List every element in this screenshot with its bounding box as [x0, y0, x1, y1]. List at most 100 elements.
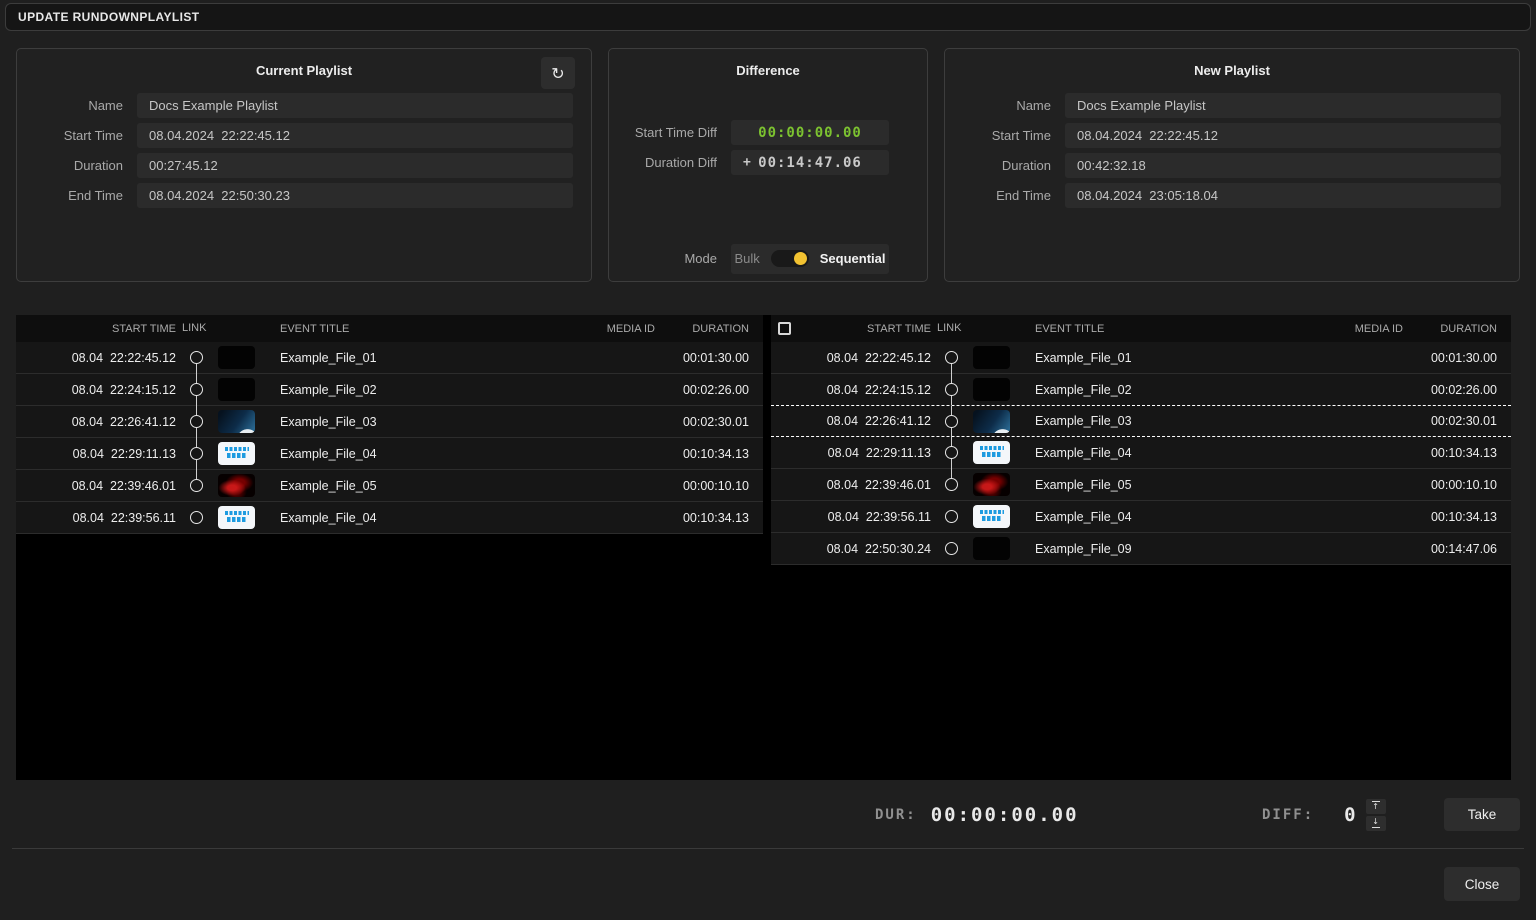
- cell-duration: 00:00:10.10: [1403, 478, 1511, 492]
- table-row[interactable]: 08.04 22:39:56.11Example_File_0400:10:34…: [771, 501, 1511, 533]
- mode-switch-group: Bulk Sequential: [731, 244, 889, 274]
- table-row[interactable]: 08.04 22:50:30.24Example_File_0900:14:47…: [771, 533, 1511, 565]
- refresh-icon: ↻: [551, 64, 564, 83]
- arrow-down-to-bar-icon: ↓: [1372, 818, 1379, 826]
- cell-event-title: Example_File_02: [1023, 383, 1283, 397]
- link-icon[interactable]: [945, 351, 958, 364]
- refresh-button[interactable]: ↻: [541, 57, 575, 89]
- table-row[interactable]: 08.04 22:39:46.01Example_File_0500:00:10…: [771, 469, 1511, 501]
- thumbnail: [973, 378, 1010, 401]
- table-row[interactable]: 08.04 22:39:56.11Example_File_0400:10:34…: [16, 502, 763, 534]
- cell-duration: 00:02:26.00: [655, 383, 763, 397]
- link-cell: [931, 533, 971, 564]
- link-icon[interactable]: [945, 542, 958, 555]
- new-duration-field[interactable]: 00:42:32.18: [1065, 153, 1501, 178]
- cell-start-time: 08.04 22:39:46.01: [771, 478, 931, 492]
- cell-start-time: 08.04 22:29:11.13: [16, 447, 176, 461]
- current-start-label: Start Time: [27, 128, 137, 143]
- cell-duration: 00:00:10.10: [655, 479, 763, 493]
- cell-event-title: Example_File_04: [268, 511, 535, 525]
- start-time-diff-display: 00:00:00.00: [731, 120, 889, 145]
- link-icon[interactable]: [190, 479, 203, 492]
- new-start-field[interactable]: 08.04.2024 22:22:45.12: [1065, 123, 1501, 148]
- duration-diff-label: Duration Diff: [621, 155, 731, 170]
- start-time-diff-label: Start Time Diff: [621, 125, 731, 140]
- link-icon[interactable]: [190, 511, 203, 524]
- new-duration-label: Duration: [955, 158, 1065, 173]
- difference-panel: Difference Start Time Diff 00:00:00.00 D…: [608, 48, 928, 282]
- link-icon[interactable]: [190, 447, 203, 460]
- link-icon[interactable]: [945, 383, 958, 396]
- current-name-field[interactable]: Docs Example Playlist: [137, 93, 573, 118]
- mode-toggle[interactable]: [771, 250, 809, 267]
- col-duration: DURATION: [655, 323, 763, 335]
- col-media-id: MEDIA ID: [535, 323, 655, 335]
- cell-duration: 00:02:26.00: [1403, 383, 1511, 397]
- current-end-field[interactable]: 08.04.2024 22:50:30.23: [137, 183, 573, 208]
- table-row[interactable]: 08.04 22:29:11.13Example_File_0400:10:34…: [771, 437, 1511, 469]
- link-cell: [176, 502, 216, 533]
- table-row[interactable]: 08.04 22:24:15.12Example_File_0200:02:26…: [16, 374, 763, 406]
- current-playlist-panel: Current Playlist ↻ Name Docs Example Pla…: [16, 48, 592, 282]
- current-start-field[interactable]: 08.04.2024 22:22:45.12: [137, 123, 573, 148]
- diff-steppers: ↑ ↓: [1366, 799, 1386, 831]
- new-end-field[interactable]: 08.04.2024 23:05:18.04: [1065, 183, 1501, 208]
- move-to-top-button[interactable]: ↑: [1366, 799, 1386, 814]
- cell-event-title: Example_File_03: [268, 415, 535, 429]
- thumbnail-cell: [971, 537, 1023, 560]
- thumbnail-cell: [216, 442, 268, 465]
- link-icon[interactable]: [945, 415, 958, 428]
- playlist-tables: START TIME LINK EVENT TITLE MEDIA ID DUR…: [16, 315, 1511, 780]
- col-start-time: START TIME: [771, 323, 931, 335]
- table-row[interactable]: 08.04 22:26:41.12Example_File_0300:02:30…: [771, 405, 1511, 437]
- current-end-label: End Time: [27, 188, 137, 203]
- thumbnail: [218, 442, 255, 465]
- link-icon[interactable]: [945, 510, 958, 523]
- dur-value: 00:00:00.00: [931, 804, 1079, 826]
- dur-label: DUR:: [875, 807, 917, 823]
- link-icon[interactable]: [190, 351, 203, 364]
- thumbnail-cell: [216, 474, 268, 497]
- cell-duration: 00:10:34.13: [1403, 446, 1511, 460]
- thumbnail-cell: [971, 441, 1023, 464]
- thumbnail: [973, 473, 1010, 496]
- current-duration-label: Duration: [27, 158, 137, 173]
- cell-event-title: Example_File_02: [268, 383, 535, 397]
- new-table-header: START TIME LINK EVENT TITLE MEDIA ID DUR…: [771, 315, 1511, 342]
- mode-option-sequential[interactable]: Sequential: [820, 251, 886, 266]
- thumbnail-cell: [971, 346, 1023, 369]
- table-row[interactable]: 08.04 22:22:45.12Example_File_0100:01:30…: [771, 342, 1511, 374]
- col-event-title: EVENT TITLE: [268, 323, 535, 335]
- cell-start-time: 08.04 22:39:56.11: [16, 511, 176, 525]
- thumbnail: [218, 378, 255, 401]
- new-playlist-title: New Playlist: [945, 63, 1519, 78]
- duration-diff-sign: +: [743, 155, 751, 170]
- table-row[interactable]: 08.04 22:26:41.12Example_File_0300:02:30…: [16, 406, 763, 438]
- close-button[interactable]: Close: [1444, 867, 1520, 901]
- move-to-bottom-button[interactable]: ↓: [1366, 816, 1386, 831]
- cell-start-time: 08.04 22:39:46.01: [16, 479, 176, 493]
- new-name-label: Name: [955, 98, 1065, 113]
- select-all-checkbox[interactable]: [778, 322, 791, 335]
- link-icon[interactable]: [945, 446, 958, 459]
- col-link: LINK: [176, 315, 216, 342]
- link-cell: [931, 437, 971, 468]
- table-row[interactable]: 08.04 22:24:15.12Example_File_0200:02:26…: [771, 374, 1511, 406]
- current-duration-field[interactable]: 00:27:45.12: [137, 153, 573, 178]
- link-icon[interactable]: [190, 383, 203, 396]
- thumbnail: [973, 505, 1010, 528]
- mode-option-bulk[interactable]: Bulk: [734, 251, 759, 266]
- duration-diff-value: 00:14:47.06: [758, 155, 862, 171]
- link-icon[interactable]: [190, 415, 203, 428]
- duration-counter: DUR: 00:00:00.00: [875, 799, 1079, 830]
- table-row[interactable]: 08.04 22:22:45.12Example_File_0100:01:30…: [16, 342, 763, 374]
- col-duration: DURATION: [1403, 323, 1511, 335]
- take-button[interactable]: Take: [1444, 798, 1520, 831]
- new-name-field[interactable]: Docs Example Playlist: [1065, 93, 1501, 118]
- table-row[interactable]: 08.04 22:29:11.13Example_File_0400:10:34…: [16, 438, 763, 470]
- table-row[interactable]: 08.04 22:39:46.01Example_File_0500:00:10…: [16, 470, 763, 502]
- dialog-title: UPDATE RUNDOWNPLAYLIST: [18, 10, 199, 24]
- thumbnail-cell: [971, 410, 1023, 433]
- link-icon[interactable]: [945, 478, 958, 491]
- thumbnail: [973, 410, 1010, 433]
